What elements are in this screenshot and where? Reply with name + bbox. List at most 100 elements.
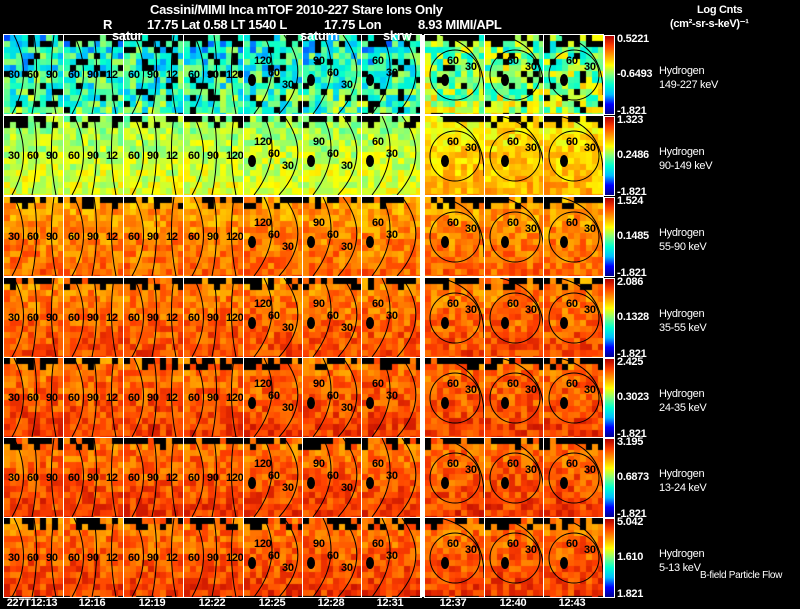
- contour-label: 60: [268, 310, 280, 322]
- image-panel: 60 90 120: [183, 196, 244, 277]
- contour-label: 60: [27, 552, 39, 564]
- image-panel: 60 90 12: [123, 34, 184, 115]
- image-panel: 60 90 12: [63, 196, 124, 277]
- saturn-marker: [248, 74, 256, 86]
- contour-label: 120: [254, 538, 272, 550]
- contour-label: 30: [465, 464, 477, 476]
- contour-label: 30: [584, 304, 596, 316]
- saturn-marker: [560, 557, 568, 569]
- saturn-marker: [366, 477, 374, 489]
- time-label: 12:19: [138, 597, 166, 609]
- image-panel: 60 30: [484, 437, 545, 518]
- contour-label: 30: [386, 310, 398, 322]
- energy-label: 149-227 keV: [659, 79, 719, 91]
- image-panel: 60 90 12: [63, 115, 124, 196]
- species-label: Hydrogen: [659, 548, 705, 560]
- colorbar-mid: 1.610: [617, 551, 644, 563]
- contour-label: 60: [447, 378, 459, 390]
- overlay-text-1: satur: [112, 28, 143, 43]
- saturn-marker: [248, 317, 256, 329]
- image-panel: 60 30: [484, 196, 545, 277]
- saturn-marker: [366, 74, 374, 86]
- lat-text: 17.75 Lat 0.58 LT 1540 L: [147, 17, 287, 32]
- contour-lines: [429, 278, 484, 344]
- image-panel: 60 30: [361, 34, 422, 115]
- image-panel: 60 90 12: [63, 277, 124, 358]
- contour-label: 60: [268, 390, 280, 402]
- contour-label: 30: [465, 544, 477, 556]
- contour-label: 12: [106, 472, 118, 484]
- image-panel: 120 60 30: [243, 437, 304, 518]
- image-panel: 30 60 90: [3, 357, 64, 438]
- colorbar-max: 3.195: [617, 436, 644, 448]
- contour-label: 60: [128, 231, 140, 243]
- contour-label: 30: [386, 470, 398, 482]
- contour-lines: [429, 518, 484, 584]
- image-panel: 60 30: [484, 115, 545, 196]
- image-panel: 120 60 30: [243, 34, 304, 115]
- contour-label: 60: [68, 69, 80, 81]
- energy-label: 55-90 keV: [659, 241, 707, 253]
- image-panel: 60 90 12: [63, 437, 124, 518]
- image-panel: 60 30: [543, 357, 604, 438]
- contour-label: 60: [327, 67, 339, 79]
- contour-label: 120: [226, 150, 243, 162]
- saturn-marker: [307, 557, 315, 569]
- contour-label: 12: [106, 231, 118, 243]
- contour-label: 30: [341, 160, 353, 172]
- contour-label: 30: [525, 544, 537, 556]
- saturn-marker: [366, 236, 374, 248]
- contour-label: 60: [507, 298, 519, 310]
- saturn-marker: [560, 236, 568, 248]
- contour-label: 60: [447, 217, 459, 229]
- contour-label: 30: [282, 402, 294, 414]
- image-panel: 60 30: [424, 196, 485, 277]
- contour-label: 60: [372, 538, 384, 550]
- contour-label: 90: [46, 231, 58, 243]
- image-panel: 60 30: [361, 517, 422, 598]
- contour-label: 30: [341, 79, 353, 91]
- colorbar: [604, 438, 615, 518]
- image-panel: 60 30: [543, 517, 604, 598]
- contour-label: 30: [584, 61, 596, 73]
- contour-label: 30: [8, 231, 20, 243]
- image-panel: 30 60 90: [3, 196, 64, 277]
- contour-lines: [548, 116, 603, 182]
- plot-title: Cassini/MIMI Inca mTOF 2010-227 Stare Io…: [150, 2, 443, 17]
- image-panel: 60 30: [484, 517, 545, 598]
- image-panel: 90 60 30: [302, 437, 363, 518]
- contour-label: 30: [341, 482, 353, 494]
- saturn-marker: [560, 397, 568, 409]
- image-panel: 90 60 30: [302, 115, 363, 196]
- energy-label: 5-13 keV: [659, 562, 701, 574]
- contour-label: 60: [566, 538, 578, 550]
- contour-label: 120: [254, 217, 272, 229]
- contour-label: 30: [465, 384, 477, 396]
- contour-label: 30: [465, 61, 477, 73]
- contour-label: 60: [327, 148, 339, 160]
- contour-label: 90: [147, 392, 159, 404]
- contour-label: 90: [207, 231, 219, 243]
- image-panel: 60 90 12: [63, 517, 124, 598]
- colorbar: [604, 116, 615, 196]
- contour-label: 60: [372, 298, 384, 310]
- contour-label: 30: [525, 223, 537, 235]
- contour-label: 120: [254, 136, 272, 148]
- contour-label: 60: [188, 472, 200, 484]
- contour-label: 60: [268, 67, 280, 79]
- image-panel: 90 60 30: [302, 357, 363, 438]
- contour-label: 90: [46, 150, 58, 162]
- contour-label: 90: [147, 69, 159, 81]
- saturn-marker: [501, 236, 509, 248]
- colorbar-max: 2.086: [617, 276, 644, 288]
- contour-lines: [489, 278, 544, 344]
- image-panel: 60 90 12: [123, 115, 184, 196]
- contour-label: 30: [525, 61, 537, 73]
- saturn-marker: [366, 317, 374, 329]
- contour-label: 12: [166, 312, 178, 324]
- contour-lines: [429, 438, 484, 504]
- contour-lines: [429, 116, 484, 182]
- contour-label: 120: [254, 298, 272, 310]
- contour-label: 30: [584, 223, 596, 235]
- contour-label: 60: [27, 472, 39, 484]
